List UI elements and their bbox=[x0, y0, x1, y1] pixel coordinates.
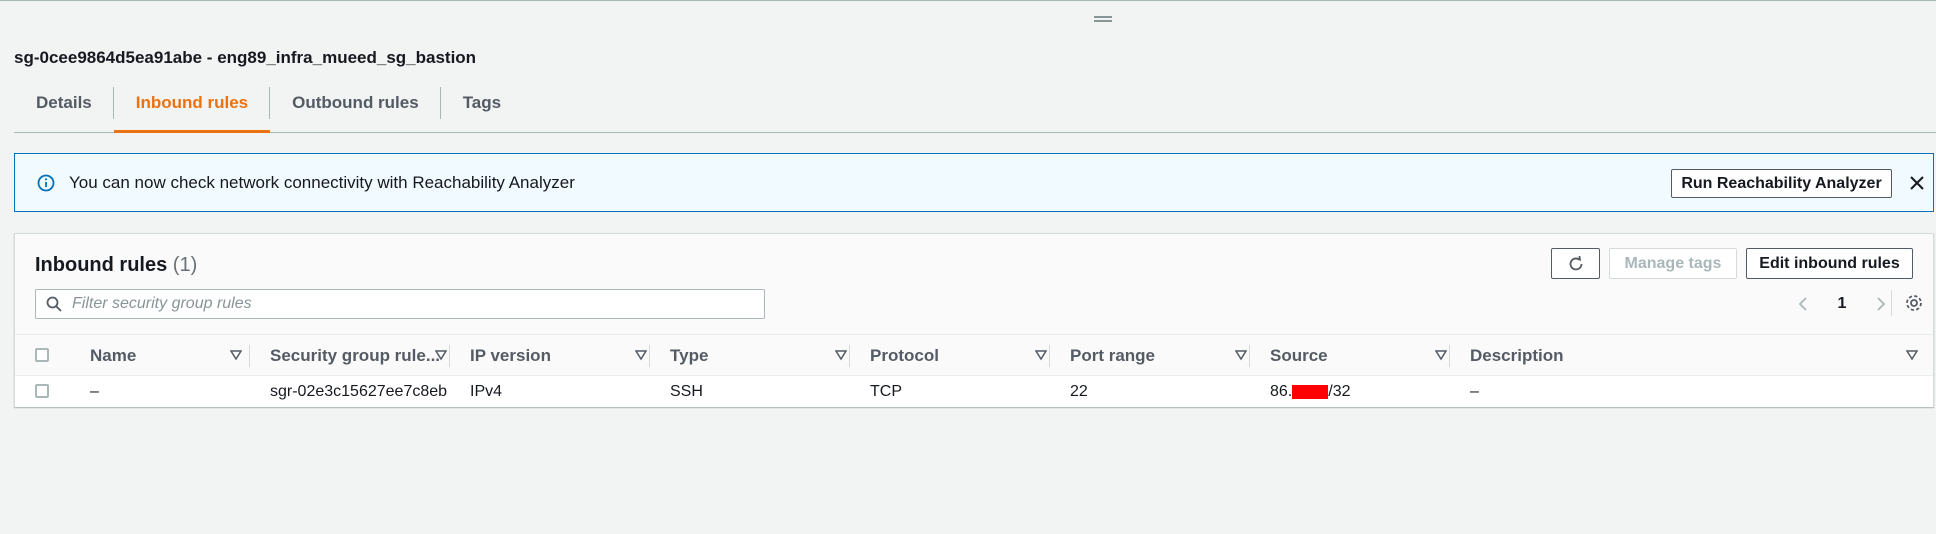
column-header-description[interactable]: Description bbox=[1470, 335, 1925, 377]
column-header-port-range[interactable]: Port range bbox=[1070, 335, 1250, 377]
tab-tags-label: Tags bbox=[462, 93, 502, 112]
chevron-right-icon[interactable] bbox=[1875, 296, 1887, 312]
cell-description: – bbox=[1470, 382, 1479, 400]
sort-caret-icon[interactable] bbox=[835, 349, 847, 361]
column-header-rule-id[interactable]: Security group rule... bbox=[270, 335, 450, 377]
sort-caret-icon[interactable] bbox=[1435, 349, 1447, 361]
panel-header: Inbound rules (1) Manage tags Edit inbou… bbox=[15, 234, 1933, 334]
pager-divider bbox=[1891, 290, 1892, 316]
cell-source: 86. /32 bbox=[1270, 376, 1351, 407]
sort-caret-icon[interactable] bbox=[1906, 349, 1918, 361]
column-resize-bar[interactable] bbox=[649, 345, 650, 367]
edit-inbound-rules-button[interactable]: Edit inbound rules bbox=[1746, 248, 1913, 279]
column-resize-bar[interactable] bbox=[449, 345, 450, 367]
panel-resize-handle[interactable] bbox=[1094, 16, 1112, 22]
pagination: 1 bbox=[1797, 292, 1887, 316]
panel-title-text: Inbound rules bbox=[35, 254, 168, 276]
info-icon bbox=[37, 174, 55, 191]
security-group-title: sg-0cee9864d5ea91abe - eng89_infra_mueed… bbox=[14, 48, 477, 67]
column-divider bbox=[849, 335, 850, 377]
column-header-label: Type bbox=[670, 346, 709, 365]
column-header-source[interactable]: Source bbox=[1270, 335, 1450, 377]
tab-inbound-rules-label: Inbound rules bbox=[135, 93, 249, 112]
tab-outbound-rules[interactable]: Outbound rules bbox=[270, 83, 441, 123]
sort-caret-icon[interactable] bbox=[1235, 349, 1247, 361]
source-prefix: 86. bbox=[1270, 382, 1293, 400]
table-row[interactable]: – sgr-02e3c15627ee7c8eb IPv4 SSH TCP 22 … bbox=[15, 376, 1933, 407]
tab-details-label: Details bbox=[36, 93, 92, 112]
tab-tags[interactable]: Tags bbox=[441, 83, 523, 123]
tab-bar: Details Inbound rules Outbound rules Tag… bbox=[14, 83, 1936, 133]
filter-rules-field[interactable] bbox=[35, 289, 765, 319]
column-divider bbox=[249, 335, 250, 377]
refresh-icon bbox=[1569, 255, 1582, 270]
cell-rule-id: sgr-02e3c15627ee7c8eb bbox=[270, 382, 448, 400]
column-divider bbox=[449, 335, 450, 377]
info-banner: You can now check network connectivity w… bbox=[14, 153, 1934, 212]
column-resize-bar[interactable] bbox=[1049, 345, 1050, 367]
column-divider bbox=[1049, 335, 1050, 377]
run-reachability-analyzer-button[interactable]: Run Reachability Analyzer bbox=[1671, 169, 1892, 198]
column-resize-bar[interactable] bbox=[849, 345, 850, 367]
tab-details[interactable]: Details bbox=[14, 83, 114, 123]
column-header-label: Source bbox=[1270, 346, 1328, 365]
column-divider bbox=[1449, 335, 1450, 377]
column-divider bbox=[649, 335, 650, 377]
tab-outbound-rules-label: Outbound rules bbox=[292, 93, 419, 112]
sort-caret-icon[interactable] bbox=[435, 349, 447, 361]
manage-tags-button[interactable]: Manage tags bbox=[1609, 248, 1737, 279]
cell-port-range: 22 bbox=[1070, 382, 1088, 400]
refresh-button[interactable] bbox=[1551, 248, 1600, 279]
cell-protocol: TCP bbox=[870, 382, 902, 400]
column-header-label: Protocol bbox=[870, 346, 939, 365]
source-suffix: /32 bbox=[1328, 382, 1351, 400]
sort-caret-icon[interactable] bbox=[230, 349, 242, 361]
cell-type: SSH bbox=[670, 382, 703, 400]
tab-inbound-rules[interactable]: Inbound rules bbox=[113, 83, 271, 133]
column-header-label: Security group rule... bbox=[270, 346, 441, 365]
select-all-checkbox[interactable] bbox=[35, 348, 49, 362]
column-header-label: Name bbox=[90, 346, 137, 365]
search-icon bbox=[46, 296, 62, 312]
page-number[interactable]: 1 bbox=[1838, 295, 1847, 313]
column-header-name[interactable]: Name bbox=[90, 335, 250, 377]
column-header-ip-version[interactable]: IP version bbox=[470, 335, 650, 377]
row-checkbox[interactable] bbox=[35, 384, 49, 398]
column-header-type[interactable]: Type bbox=[670, 335, 850, 377]
column-resize-bar[interactable] bbox=[1249, 345, 1250, 367]
sort-caret-icon[interactable] bbox=[635, 349, 647, 361]
inbound-rules-panel: Inbound rules (1) Manage tags Edit inbou… bbox=[14, 233, 1934, 407]
column-resize-bar[interactable] bbox=[249, 345, 250, 367]
table-header: Name Security group rule... IP version T… bbox=[15, 334, 1933, 376]
cell-name: – bbox=[90, 382, 99, 400]
column-divider bbox=[1249, 335, 1250, 377]
column-header-label: Description bbox=[1470, 346, 1564, 365]
column-header-label: IP version bbox=[470, 346, 551, 365]
sort-caret-icon[interactable] bbox=[1035, 349, 1047, 361]
cell-ip-version: IPv4 bbox=[470, 382, 503, 400]
filter-rules-input[interactable] bbox=[72, 295, 752, 313]
banner-message: You can now check network connectivity w… bbox=[69, 172, 575, 192]
chevron-left-icon[interactable] bbox=[1797, 296, 1809, 312]
rule-count: (1) bbox=[172, 254, 198, 276]
column-header-protocol[interactable]: Protocol bbox=[870, 335, 1050, 377]
panel-title: Inbound rules (1) bbox=[35, 254, 197, 277]
column-resize-bar[interactable] bbox=[1449, 345, 1450, 367]
column-header-label: Port range bbox=[1070, 346, 1156, 365]
gear-icon[interactable] bbox=[1905, 294, 1923, 312]
redaction-block bbox=[1292, 384, 1329, 399]
close-icon[interactable] bbox=[1908, 174, 1926, 192]
